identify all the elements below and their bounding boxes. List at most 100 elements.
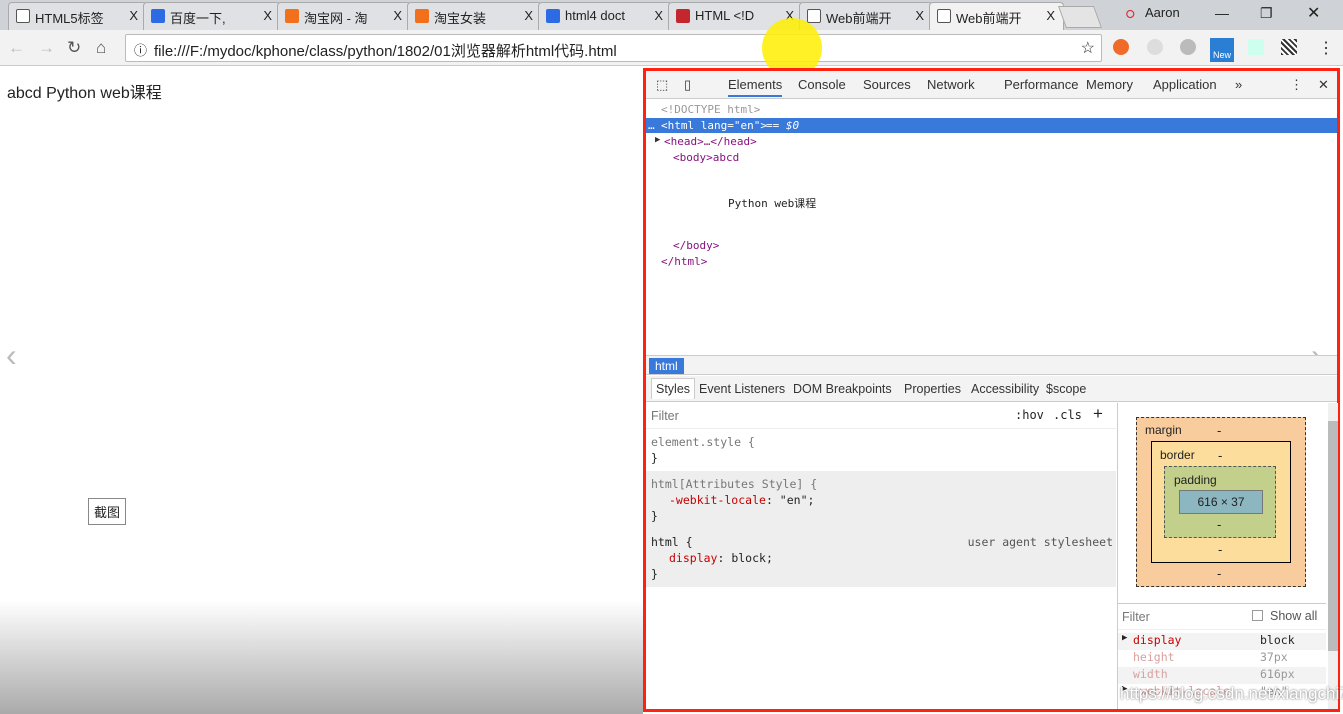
toolbar: ← → ↻ ⌂ ⓘ file:///F:/mydoc/kphone/class/… — [0, 30, 1343, 66]
devtools-menu-icon[interactable]: ⋮ — [1290, 77, 1303, 93]
styles-tab[interactable]: Styles — [651, 378, 696, 399]
bookmark-star-icon[interactable]: ☆ — [1081, 38, 1095, 58]
devtools-tab-sources[interactable]: Sources — [863, 77, 911, 92]
browser-tab[interactable]: 淘宝女装 X — [407, 2, 542, 30]
minimize-button[interactable]: — — [1215, 5, 1229, 21]
devtools-tab-console[interactable]: Console — [798, 77, 846, 92]
style-rule[interactable]: html[Attributes Style] {-webkit-locale: … — [646, 471, 1116, 529]
browser-tab[interactable]: Web前端开 X — [799, 2, 933, 30]
prev-arrow-icon[interactable]: ‹ — [6, 337, 17, 374]
tab-title: 淘宝女装 — [434, 11, 487, 26]
computed-property[interactable]: height 37px — [1118, 650, 1326, 667]
tab-close-button[interactable]: X — [524, 8, 533, 23]
box-content[interactable]: 616 × 37 — [1179, 490, 1263, 514]
extension-icon[interactable] — [1248, 39, 1264, 55]
devtools-tab-application[interactable]: Application — [1153, 77, 1217, 92]
qr-code-icon[interactable] — [1281, 39, 1297, 55]
back-button[interactable]: ← — [8, 38, 25, 58]
text-node[interactable]: Python web课程 — [728, 195, 816, 211]
breadcrumb: html — [646, 355, 1337, 375]
body-node[interactable]: <body>abcd — [673, 151, 739, 164]
browser-tab[interactable]: Web前端开 X — [929, 2, 1064, 30]
tab-title: HTML5标签 — [35, 11, 104, 26]
new-tab-button[interactable] — [1057, 6, 1103, 28]
tab-strip: HTML5标签 X 百度一下, X 淘宝网 - 淘 X 淘宝女装 Xhtml4 doct X HT… — [0, 0, 1343, 30]
devtools-tab-memory[interactable]: Memory — [1086, 77, 1133, 92]
styles-tabs: Styles Event Listeners DOM Breakpoints Prop… — [646, 376, 1337, 402]
devtools-toolbar: ⬚ ▯ Elements Console Sources Network Perform… — [646, 71, 1337, 99]
page-text: abcd Python web课程 — [7, 85, 162, 102]
tab-close-button[interactable]: X — [263, 8, 272, 23]
baidu-icon — [151, 9, 165, 23]
devtools-tab-network[interactable]: Network — [927, 77, 975, 92]
elements-tree: <!DOCTYPE html> … <html lang="en"> == $0… — [646, 99, 1337, 373]
show-all-checkbox[interactable] — [1252, 610, 1263, 621]
menu-icon[interactable]: ⋮ — [1318, 38, 1334, 58]
body-close-tag: </body> — [673, 239, 720, 252]
doctype-node[interactable]: <!DOCTYPE html> — [661, 103, 760, 116]
info-icon[interactable]: ⓘ — [134, 40, 147, 59]
styles-tab[interactable]: DOM Breakpoints — [793, 382, 892, 396]
browser-tab[interactable]: HTML5标签 X — [8, 2, 147, 30]
styles-tab[interactable]: Properties — [904, 382, 961, 396]
show-all-label: Show all — [1270, 609, 1318, 623]
computed-filter-input[interactable]: Filter — [1122, 610, 1150, 624]
address-bar[interactable]: ⓘ file:///F:/mydoc/kphone/class/python/1… — [125, 34, 1102, 62]
new-rule-button[interactable]: + — [1093, 404, 1103, 424]
selected-html-node[interactable]: … <html lang="en"> == $0 — [646, 118, 1337, 133]
box-border[interactable]: border - - padding - 616 × 37 — [1151, 441, 1291, 563]
tab-close-button[interactable]: X — [915, 8, 924, 23]
computed-property[interactable]: ▶ display block — [1118, 633, 1326, 650]
extension-icon[interactable] — [1113, 39, 1129, 55]
taobao-icon — [415, 9, 429, 23]
box-margin[interactable]: margin - - border - - padding - 616 × 37 — [1136, 417, 1306, 587]
devtools-tab-elements[interactable]: Elements — [728, 77, 783, 97]
tab-close-button[interactable]: X — [393, 8, 402, 23]
browser-tab[interactable]: 淘宝网 - 淘 X — [277, 2, 411, 30]
tab-title: Web前端开 — [956, 11, 1022, 26]
baidu-icon — [546, 9, 560, 23]
tab-title: 百度一下, — [170, 11, 226, 26]
close-window-button[interactable]: ✕ — [1307, 3, 1320, 23]
profile-name[interactable]: Aaron — [1145, 5, 1180, 20]
forward-button[interactable]: → — [38, 38, 55, 58]
home-button[interactable]: ⌂ — [96, 38, 106, 58]
extension-icon[interactable] — [1147, 39, 1163, 55]
address-text: file:///F:/mydoc/kphone/class/python/180… — [154, 43, 617, 60]
breadcrumb-html[interactable]: html — [649, 358, 684, 374]
styles-tab[interactable]: $scope — [1046, 382, 1086, 396]
more-tabs-button[interactable]: » — [1235, 77, 1242, 92]
reload-button[interactable]: ↻ — [67, 38, 81, 58]
tab-close-button[interactable]: X — [129, 8, 138, 23]
styles-tab[interactable]: Event Listeners — [699, 382, 785, 396]
styles-filter-input[interactable]: Filter — [651, 409, 679, 423]
browser-tab[interactable]: html4 doct X — [538, 2, 672, 30]
video-overlay-gradient — [0, 600, 643, 714]
w3school-icon — [676, 9, 690, 23]
restore-button[interactable]: ❐ — [1260, 5, 1273, 22]
scrollbar[interactable] — [1328, 403, 1338, 709]
document-icon — [807, 9, 821, 23]
style-rule[interactable]: element.style {} — [646, 429, 1116, 471]
head-node[interactable]: <head>…</head> — [664, 135, 757, 148]
new-extension-icon[interactable]: New — [1210, 38, 1234, 62]
hov-button[interactable]: :hov — [1015, 408, 1044, 422]
tab-close-button[interactable]: X — [654, 8, 663, 23]
computed-property[interactable]: width 616px — [1118, 667, 1326, 684]
devtools-close-button[interactable]: ✕ — [1318, 77, 1329, 93]
styles-tab[interactable]: Accessibility — [971, 382, 1039, 396]
device-toggle-icon[interactable]: ▯ — [684, 77, 691, 93]
angular-extension-icon[interactable] — [1180, 39, 1196, 55]
profile-icon[interactable]: ഠ — [1125, 5, 1134, 22]
screenshot-button[interactable]: 截图 — [88, 498, 127, 525]
cls-button[interactable]: .cls — [1053, 408, 1082, 422]
style-rule[interactable]: html {user agent stylesheet display: bloc… — [646, 529, 1116, 587]
tab-title: html4 doct — [565, 8, 625, 23]
browser-tab[interactable]: 百度一下, X — [143, 2, 281, 30]
inspect-icon[interactable]: ⬚ — [656, 77, 668, 93]
taobao-icon — [285, 9, 299, 23]
box-padding[interactable]: padding - 616 × 37 — [1164, 466, 1276, 538]
tab-close-button[interactable]: X — [1046, 8, 1055, 23]
html-close-tag: </html> — [661, 255, 708, 268]
devtools-tab-performance[interactable]: Performance — [1004, 77, 1078, 92]
